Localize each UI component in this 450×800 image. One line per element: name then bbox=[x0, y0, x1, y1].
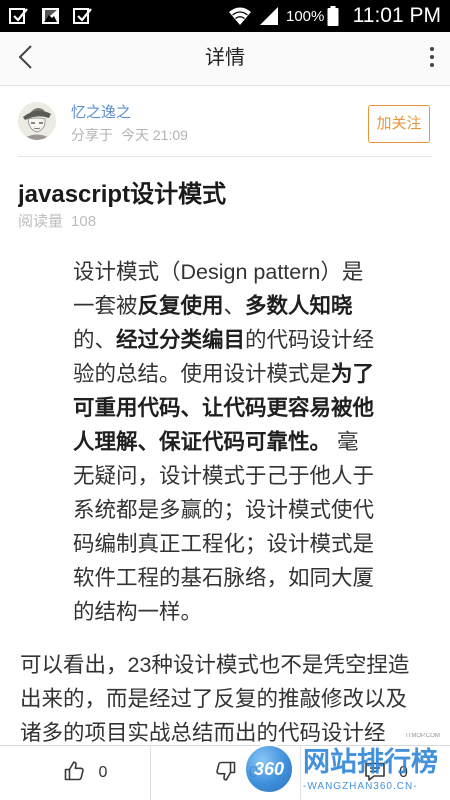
thumbs-down-icon bbox=[213, 759, 237, 788]
article-content[interactable]: 忆之逸之 分享于 今天 21:09 加关注 javascript设计模式 阅读量 1… bbox=[0, 86, 450, 745]
back-button[interactable] bbox=[12, 44, 40, 74]
article: javascript设计模式 阅读量 108 设计模式（Design patter… bbox=[0, 179, 450, 745]
notification-checkbox-icon bbox=[72, 6, 94, 31]
thumbs-up-icon bbox=[63, 759, 87, 788]
clock: 11:01 PM bbox=[352, 4, 441, 27]
quote-block: 设计模式（Design pattern）是一套被反复使用、多数人知晓的、经过分类… bbox=[73, 255, 379, 629]
more-vertical-icon bbox=[429, 46, 435, 73]
quote-bold-text: 经过分类编目 bbox=[116, 328, 246, 352]
quote-bold-text: 反复使用 bbox=[137, 294, 224, 318]
chevron-left-icon bbox=[18, 44, 34, 75]
app-header: 详情 bbox=[0, 32, 450, 86]
comment-button[interactable]: 0 bbox=[300, 746, 450, 800]
page-title: 详情 bbox=[205, 47, 245, 69]
quote-text: 、 bbox=[223, 294, 246, 318]
avatar[interactable] bbox=[18, 102, 56, 140]
share-info: 分享于 今天 21:09 bbox=[71, 126, 188, 144]
quote-text: 毫无疑问，设计模式于己于他人于系统都是多赢的；设计模式使代码编制真正工程化；设计… bbox=[73, 430, 375, 624]
battery-percent: 100% bbox=[286, 8, 325, 25]
dislike-button[interactable]: 0 bbox=[150, 746, 300, 800]
author-row: 忆之逸之 分享于 今天 21:09 加关注 bbox=[0, 86, 450, 157]
status-bar: 100% 11:01 PM bbox=[0, 0, 450, 32]
quote-bold-text: 多数人知晓 bbox=[245, 294, 353, 318]
battery-icon bbox=[327, 5, 339, 32]
notification-checkbox-icon bbox=[8, 6, 30, 31]
bottom-action-bar: 0 0 0 bbox=[0, 745, 450, 800]
follow-button[interactable]: 加关注 bbox=[368, 105, 430, 143]
notification-image-icon bbox=[40, 6, 62, 31]
article-title: javascript设计模式 bbox=[18, 181, 227, 208]
dislike-count: 0 bbox=[249, 764, 258, 781]
like-button[interactable]: 0 bbox=[0, 746, 150, 800]
divider bbox=[18, 156, 432, 157]
author-name[interactable]: 忆之逸之 bbox=[71, 104, 131, 122]
comment-count: 0 bbox=[399, 764, 408, 781]
read-count: 108 bbox=[71, 213, 97, 230]
read-label: 阅读量 bbox=[18, 213, 64, 230]
comment-icon bbox=[363, 759, 387, 788]
quote-text: 的、 bbox=[73, 328, 117, 352]
wifi-icon bbox=[228, 5, 252, 32]
more-menu-button[interactable] bbox=[420, 44, 444, 74]
like-count: 0 bbox=[98, 764, 108, 781]
article-paragraph: 可以看出，23种设计模式也不是凭空捏造出来的，而是经过了反复的推敲修改以及诸多的… bbox=[20, 653, 410, 745]
share-time: 今天 21:09 bbox=[121, 127, 188, 143]
read-count-line: 阅读量 108 bbox=[18, 212, 432, 232]
share-label: 分享于 bbox=[71, 127, 113, 143]
signal-icon bbox=[258, 6, 280, 31]
